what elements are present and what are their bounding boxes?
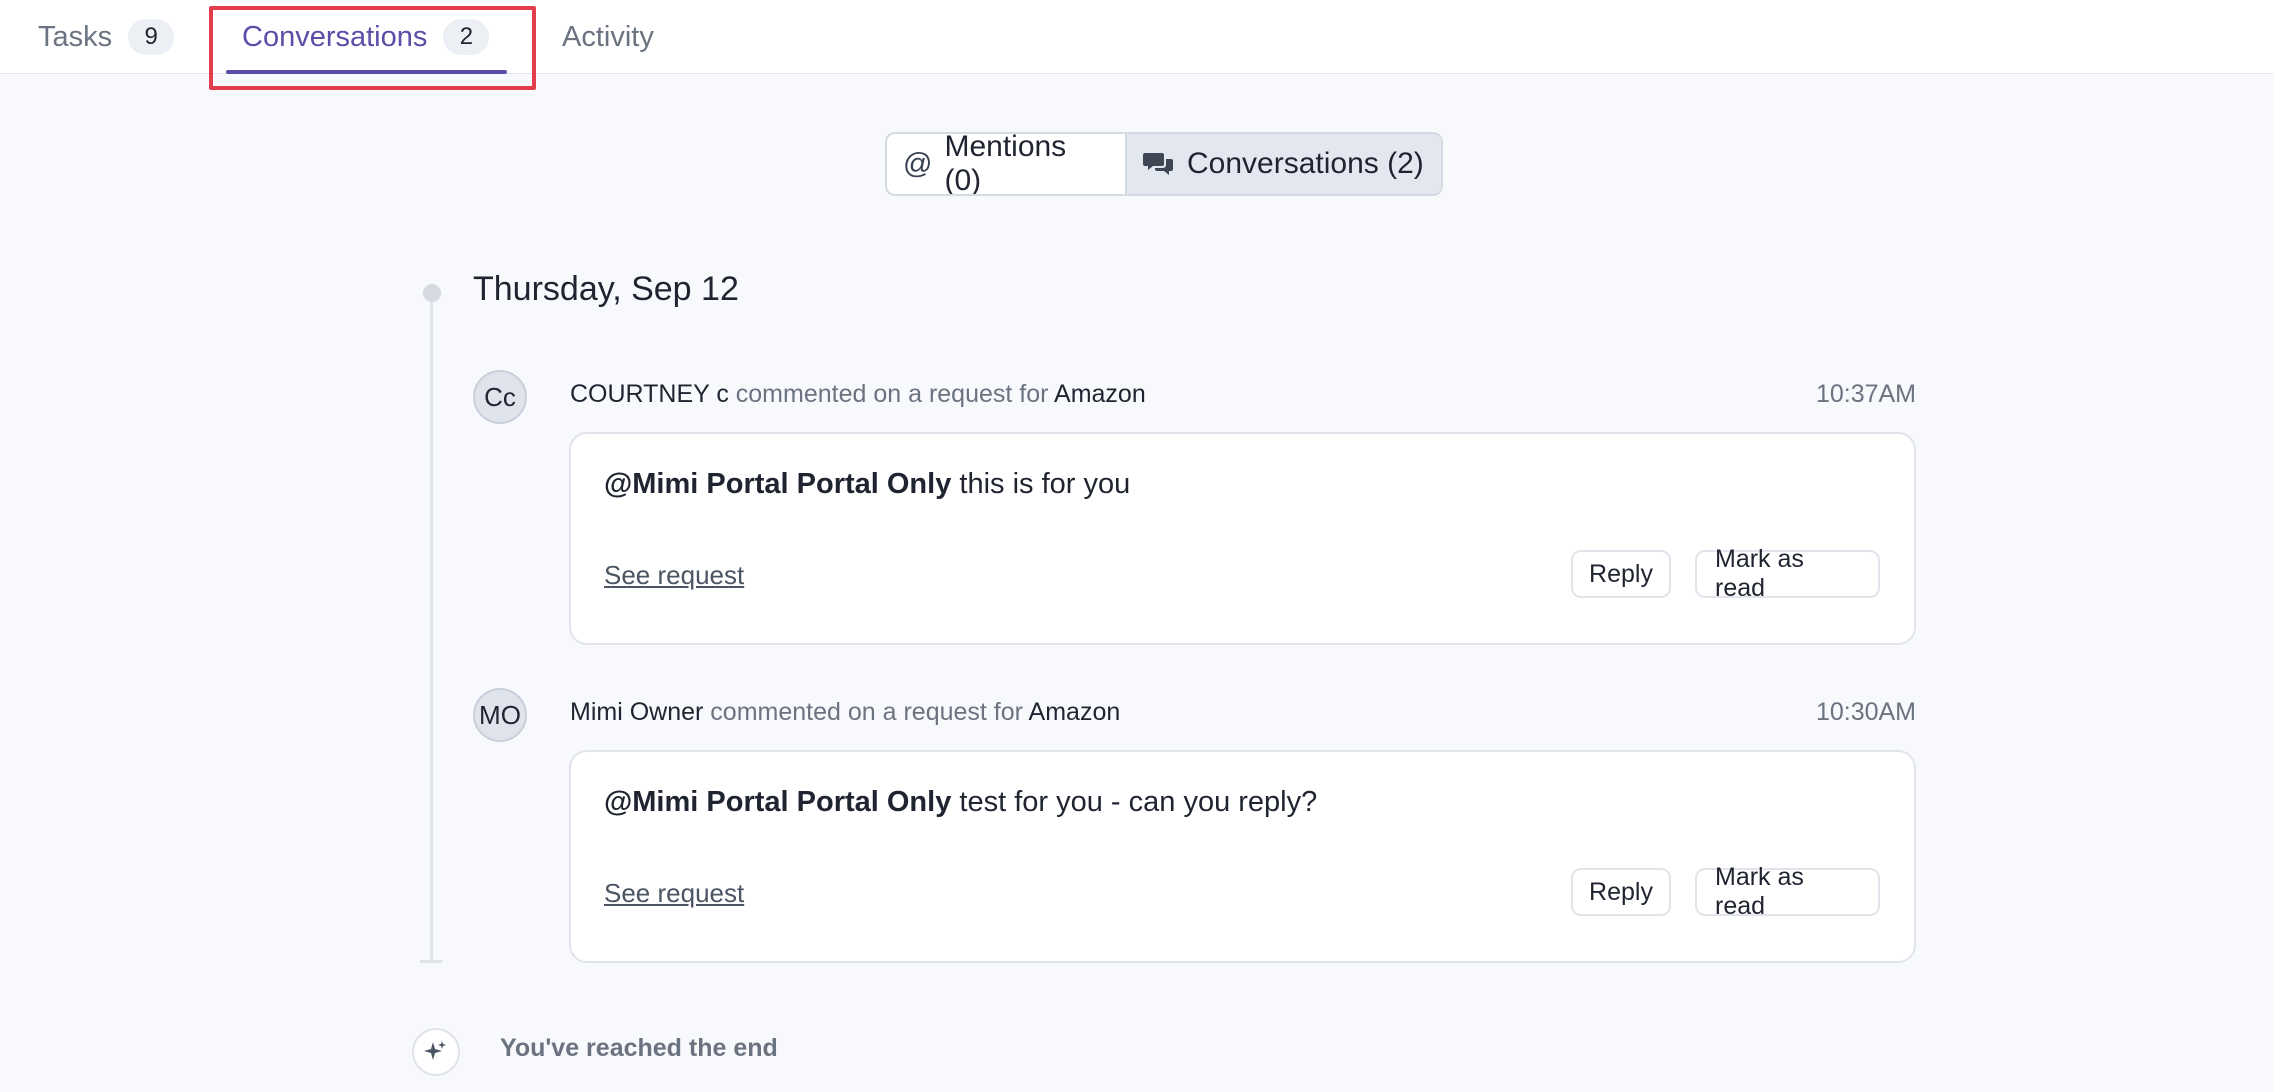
- filter-label: Mentions (0): [944, 132, 1067, 196]
- timestamp: 10:37AM: [1815, 380, 1916, 408]
- comment-message: @Mimi Portal Portal Only test for you - …: [604, 786, 1317, 819]
- comment-card: @Mimi Portal Portal Only this is for you…: [569, 432, 1916, 645]
- message-text: this is for you: [951, 468, 1131, 500]
- see-request-link[interactable]: See request: [604, 878, 744, 909]
- reply-button[interactable]: Reply: [1571, 868, 1671, 916]
- end-of-list-message: You've reached the end: [500, 1034, 778, 1062]
- tab-activity[interactable]: Activity: [562, 0, 654, 74]
- comment-meta: COURTNEY c commented on a request for Am…: [570, 380, 1146, 409]
- tab-label: Tasks: [38, 20, 113, 53]
- avatar: MO: [473, 688, 527, 742]
- mark-as-read-button[interactable]: Mark as read: [1695, 863, 1880, 920]
- action-text: commented on a request for: [735, 380, 1049, 408]
- chat-bubbles-icon: [1143, 153, 1173, 175]
- mention: @Mimi Portal Portal Only: [604, 786, 952, 818]
- comment-meta: Mimi Owner commented on a request for Am…: [570, 698, 1120, 727]
- comment-card: @Mimi Portal Portal Only test for you - …: [569, 750, 1916, 963]
- active-tab-indicator: [226, 70, 508, 74]
- see-request-link[interactable]: See request: [604, 560, 744, 591]
- timestamp: 10:30AM: [1815, 698, 1916, 726]
- mention: @Mimi Portal Portal Only: [604, 468, 952, 500]
- comment-message: @Mimi Portal Portal Only this is for you: [604, 468, 1130, 501]
- action-text: commented on a request for: [710, 698, 1023, 726]
- message-text: test for you - can you reply?: [951, 786, 1318, 818]
- mark-as-read-button[interactable]: Mark as read: [1695, 545, 1880, 602]
- avatar: Cc: [473, 370, 527, 424]
- timeline-end-cap: [420, 960, 442, 963]
- timeline-dot: [423, 284, 441, 302]
- author-name: COURTNEY c: [570, 380, 729, 408]
- org-name: Amazon: [1028, 698, 1121, 726]
- date-heading: Thursday, Sep 12: [473, 270, 739, 308]
- count-badge: 2: [443, 19, 490, 55]
- filter-conversations-button[interactable]: Conversations (2): [1127, 134, 1441, 194]
- conversation-filter: @ Mentions (0) Conversations (2): [885, 132, 1443, 196]
- sparkle-icon-svg: [424, 1041, 446, 1060]
- filter-mentions-button[interactable]: @ Mentions (0): [887, 134, 1127, 194]
- tab-bar: Tasks 9 Conversations 2 Activity: [0, 0, 2274, 74]
- tab-conversations[interactable]: Conversations 2: [226, 0, 508, 74]
- author-name: Mimi Owner: [570, 698, 704, 726]
- reply-button[interactable]: Reply: [1571, 550, 1671, 598]
- tab-label: Activity: [562, 20, 654, 53]
- tab-tasks[interactable]: Tasks 9: [38, 0, 175, 74]
- org-name: Amazon: [1054, 380, 1146, 408]
- sparkle-icon: [412, 1028, 460, 1076]
- at-icon: @: [903, 147, 933, 180]
- timeline-line: [430, 302, 433, 962]
- filter-label: Conversations (2): [1187, 147, 1424, 180]
- count-badge: 9: [128, 19, 175, 55]
- tab-label: Conversations: [242, 20, 428, 53]
